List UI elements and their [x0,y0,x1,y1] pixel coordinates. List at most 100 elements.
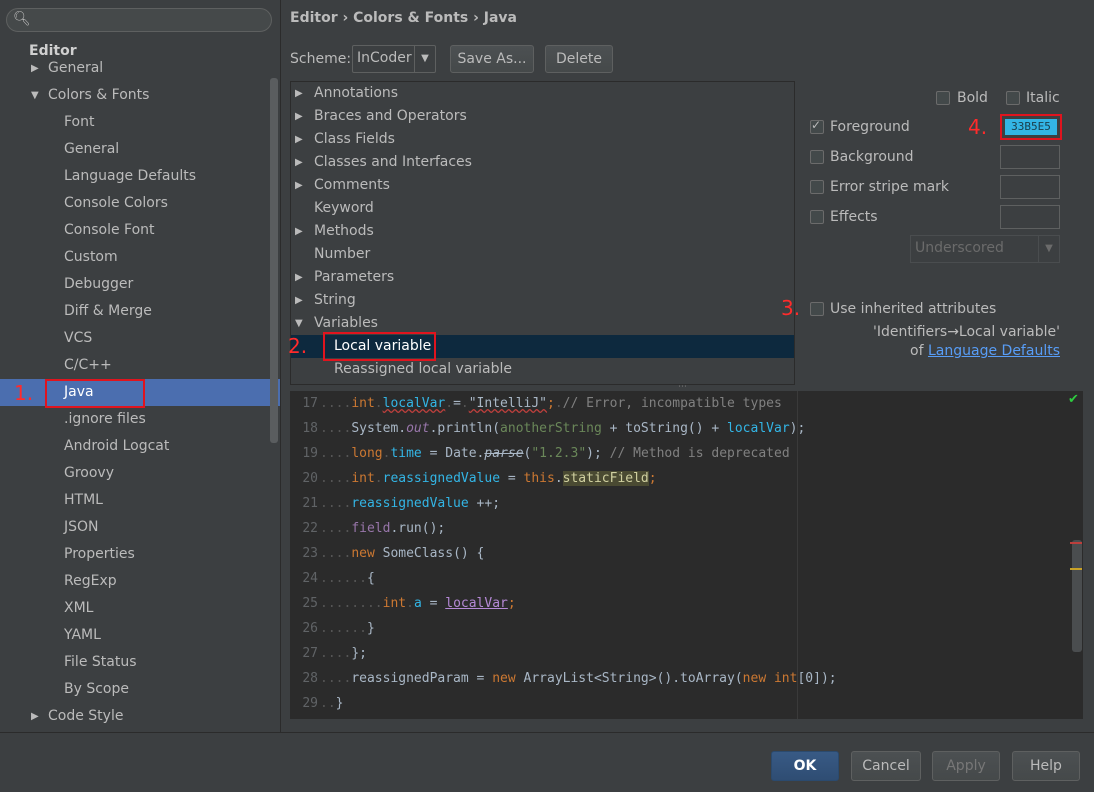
foreground-checkbox[interactable] [810,118,824,134]
tree-item-colors-fonts[interactable]: ▼ Colors & Fonts [0,82,280,109]
use-inherited-checkbox[interactable] [810,302,824,316]
tree-item-console-colors[interactable]: Console Colors [0,190,280,217]
breadcrumb: Editor › Colors & Fonts › Java [290,10,517,26]
error-stripe-label: Error stripe mark [830,179,950,195]
code-line-29: ..} [320,696,344,711]
element-reassigned-local-variable[interactable]: Reassigned local variable [291,358,794,381]
element-annotations[interactable]: ▶ Annotations [291,82,794,105]
error-stripe-color-swatch[interactable] [1000,175,1060,199]
tree-item-properties[interactable]: Properties [0,541,280,568]
tree-item-cpp[interactable]: C/C++ [0,352,280,379]
annotation-3: 3. [781,296,801,320]
code-line-27: ....}; [320,646,367,661]
annotation-2: 2. [288,334,308,358]
tree-item-regexp[interactable]: RegExp [0,568,280,595]
help-button[interactable]: Help [1012,751,1080,781]
tree-item-by-scope[interactable]: By Scope [0,676,280,703]
warning-stripe-marker[interactable] [1070,568,1082,570]
ok-button[interactable]: OK [771,751,839,781]
element-keyword[interactable]: Keyword [291,197,794,220]
tree-item-ignore-files[interactable]: .ignore files [0,406,280,433]
tree-item-custom[interactable]: Custom [0,244,280,271]
chevron-down-icon: ▼ [31,90,39,101]
element-comments[interactable]: ▶ Comments [291,174,794,197]
tree-item-general-colors[interactable]: General [0,136,280,163]
element-methods[interactable]: ▶ Methods [291,220,794,243]
code-line-21: ....reassignedValue ++; [320,496,501,511]
effects-color-swatch[interactable] [1000,205,1060,229]
tree-item-general[interactable]: ▶ General [0,55,280,82]
tree-item-file-status[interactable]: File Status [0,649,280,676]
effects-checkbox[interactable] [810,210,824,224]
tree-item-xml[interactable]: XML [0,595,280,622]
tree-item-diff-merge[interactable]: Diff & Merge [0,298,280,325]
chevron-right-icon: ▶ [31,63,39,74]
cancel-button[interactable]: Cancel [851,751,921,781]
scheme-select[interactable]: InCoder ▼ [352,45,436,73]
line-number: 17 [302,396,318,411]
background-color-swatch[interactable] [1000,145,1060,169]
scheme-label: Scheme: [290,51,352,67]
element-parameters[interactable]: ▶ Parameters [291,266,794,289]
italic-label: Italic [1026,90,1060,106]
chevron-down-icon: ▼ [295,318,303,329]
chevron-right-icon: ▶ [295,272,303,283]
effects-label: Effects [830,209,878,225]
apply-button[interactable]: Apply [932,751,1000,781]
background-label: Background [830,149,914,165]
code-line-20: ....int.reassignedValue = this.staticFie… [320,471,657,486]
use-inherited-label: Use inherited attributes [830,301,997,317]
background-checkbox[interactable] [810,150,824,164]
italic-checkbox[interactable] [1006,91,1020,105]
foreground-label: Foreground [830,119,910,135]
effects-type-select[interactable]: Underscored ▼ [910,235,1060,263]
element-braces-operators[interactable]: ▶ Braces and Operators [291,105,794,128]
code-line-24: ......{ [320,571,375,586]
line-number: 26 [302,621,318,636]
inherited-of-line: of Language Defaults [910,343,1060,359]
tree-item-html[interactable]: HTML [0,487,280,514]
element-classes-interfaces[interactable]: ▶ Classes and Interfaces [291,151,794,174]
save-as-button[interactable]: Save As... [450,45,534,73]
error-stripe-marker[interactable] [1070,542,1082,544]
right-margin-line [797,391,798,719]
annotation-4: 4. [968,115,988,139]
tree-item-code-style[interactable]: ▶ Code Style [0,703,280,730]
dialog-footer [0,732,1094,792]
code-line-22: ....field.run(); [320,521,446,536]
tree-item-console-font[interactable]: Console Font [0,217,280,244]
line-number: 19 [302,446,318,461]
foreground-color-swatch[interactable]: 33B5E5 [1000,114,1062,140]
tree-item-debugger[interactable]: Debugger [0,271,280,298]
tree-item-groovy[interactable]: Groovy [0,460,280,487]
search-input[interactable]: 🔍︎ [6,8,272,32]
line-number: 21 [302,496,318,511]
error-stripe-checkbox[interactable] [810,180,824,194]
line-number: 29 [302,696,318,711]
tree-item-vcs[interactable]: VCS [0,325,280,352]
line-number: 28 [302,671,318,686]
language-defaults-link[interactable]: Language Defaults [928,343,1060,359]
code-preview[interactable]: 17 ....int.localVar.=."IntelliJ";.// Err… [290,391,1083,719]
tree-item-android-logcat[interactable]: Android Logcat [0,433,280,460]
editor-scrollbar[interactable] [1072,540,1082,652]
bold-checkbox[interactable] [936,91,950,105]
element-number[interactable]: Number [291,243,794,266]
highlight-java [45,379,145,408]
element-class-fields[interactable]: ▶ Class Fields [291,128,794,151]
search-icon: 🔍︎ [13,11,31,27]
inspection-ok-icon: ✔ [1068,392,1079,407]
tree-item-language-defaults[interactable]: Language Defaults [0,163,280,190]
tree-item-yaml[interactable]: YAML [0,622,280,649]
chevron-right-icon: ▶ [31,711,39,722]
element-string[interactable]: ▶ String [291,289,794,312]
code-line-25: ........int.a = localVar; [320,596,516,611]
chevron-right-icon: ▶ [295,180,303,191]
delete-button[interactable]: Delete [545,45,613,73]
tree-item-font[interactable]: Font [0,109,280,136]
sidebar-scrollbar[interactable] [270,78,278,443]
tree-item-json[interactable]: JSON [0,514,280,541]
settings-sidebar: 🔍︎ Editor ▶ General ▼ Colors & Fonts Fon… [0,0,281,732]
code-line-17: ....int.localVar.=."IntelliJ";.// Error,… [320,396,782,411]
line-number: 22 [302,521,318,536]
